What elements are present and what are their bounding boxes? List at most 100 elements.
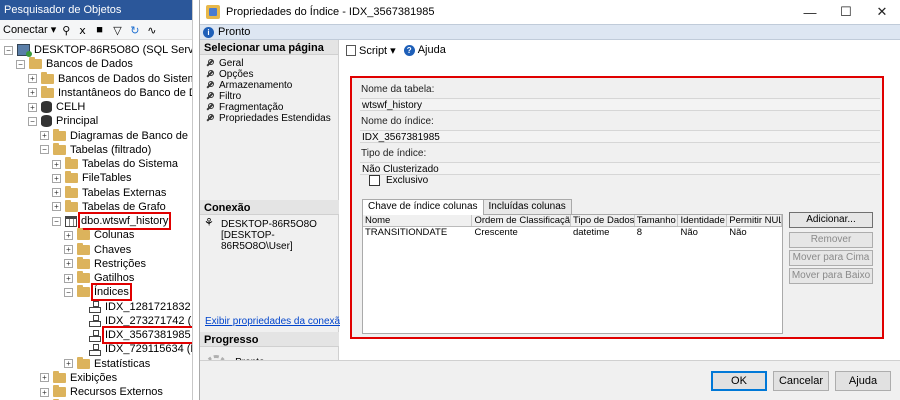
stop-icon[interactable]: ■ <box>96 24 107 36</box>
wrench-icon <box>205 80 214 90</box>
column-tabs: Chave de índice colunas Incluídas coluna… <box>362 199 572 215</box>
tree-node-label: dbo.wtswf_history <box>77 212 172 230</box>
page-item[interactable]: Opções <box>200 69 338 80</box>
page-item-label: Fragmentação <box>219 101 284 113</box>
index-icon <box>89 315 101 328</box>
collapse-icon[interactable]: − <box>16 59 25 69</box>
collapse-icon[interactable]: − <box>28 116 37 126</box>
unique-checkbox-row[interactable]: Exclusivo <box>369 175 428 186</box>
tree-node-label: Restrições <box>94 257 146 270</box>
tree-node-label: IDX_273271742 (Exclusivo) <box>105 314 192 327</box>
index-columns-grid: Nome Ordem de Classificação Tipo de Dado… <box>362 214 783 334</box>
connection-section: Conexão DESKTOP-86R5O8O [DESKTOP-86R5O8O… <box>200 200 339 256</box>
tree-node-label: IDX_1281721832 (Não Clusterizado) <box>105 300 192 313</box>
expand-icon[interactable]: + <box>40 387 49 397</box>
tree-node-label: IDX_3567381985 (Não Clusterizado) <box>101 326 192 344</box>
cell-identity: Não <box>680 227 698 238</box>
minimize-icon[interactable]: — <box>792 0 828 24</box>
tree-node-label: Tabelas de Grafo <box>82 200 166 213</box>
tree-node-label: Tabelas do Sistema <box>82 158 178 170</box>
activity-monitor-icon[interactable]: ∿ <box>147 24 158 37</box>
expand-icon[interactable]: + <box>40 131 49 140</box>
refresh-icon[interactable]: ↻ <box>130 24 141 37</box>
tab-included-columns[interactable]: Incluídas colunas <box>482 199 572 214</box>
unique-checkbox[interactable] <box>369 175 380 186</box>
expand-icon[interactable]: + <box>64 230 73 240</box>
script-button[interactable]: Script ▾ <box>346 44 396 57</box>
col-header-data-type[interactable]: Tipo de Dados <box>571 215 635 226</box>
tree-node-label: Recursos Externos <box>70 386 163 398</box>
filter-icon[interactable]: ▽ <box>113 24 124 37</box>
expand-icon[interactable]: + <box>28 102 37 112</box>
collapse-icon[interactable]: − <box>52 216 61 226</box>
close-icon[interactable]: ✕ <box>864 0 900 24</box>
folder-icon <box>77 228 90 241</box>
col-header-sort-order[interactable]: Ordem de Classificação <box>472 215 571 226</box>
collapse-icon[interactable]: − <box>64 287 73 297</box>
cancel-button[interactable]: Cancelar <box>773 371 829 391</box>
col-header-name[interactable]: Nome <box>363 215 473 226</box>
folder-icon <box>65 171 78 184</box>
move-up-button[interactable]: Mover para Cima <box>789 250 873 266</box>
folder-icon <box>65 199 78 212</box>
page-item-label: Propriedades Estendidas <box>219 112 331 124</box>
collapse-icon[interactable]: − <box>4 45 13 55</box>
expand-icon[interactable]: + <box>64 245 73 254</box>
page-item[interactable]: Fragmentação <box>200 101 338 113</box>
expand-icon[interactable]: + <box>52 202 61 212</box>
tree-node-label: Tabelas Externas <box>82 186 167 199</box>
add-button[interactable]: Adicionar... <box>789 212 873 228</box>
general-page: Script ▾ ? Ajuda Nome da tabela: wtswf_hi… <box>340 40 900 360</box>
col-header-allow-nulls[interactable]: Permitir NULLs <box>727 215 783 226</box>
view-connection-properties-link[interactable]: Exibir propriedades da conexão <box>205 316 346 327</box>
ok-button[interactable]: OK <box>711 371 767 391</box>
table-name-field: wtswf_history <box>360 98 880 111</box>
remove-button[interactable]: Remover <box>789 232 873 248</box>
folder-icon <box>77 256 90 269</box>
folder-icon <box>77 356 90 369</box>
col-header-size[interactable]: Tamanho <box>635 215 679 226</box>
maximize-icon[interactable]: ☐ <box>828 0 864 24</box>
index-type-field[interactable]: Não Clusterizado <box>360 162 880 175</box>
table-row[interactable]: TRANSITIONDATE Crescente datetime 8 Não … <box>363 227 782 239</box>
connection-header: Conexão <box>200 200 339 215</box>
expand-icon[interactable]: + <box>52 188 61 197</box>
index-icon <box>89 343 101 356</box>
page-item[interactable]: Armazenamento <box>200 79 338 91</box>
page-list: Geral Opções Armazenamento Filtro Fragmentaç… <box>200 55 338 124</box>
expand-icon[interactable]: + <box>64 359 73 368</box>
help-button[interactable]: Ajuda <box>835 371 891 391</box>
wrench-icon <box>205 102 214 112</box>
expand-icon[interactable]: + <box>52 173 61 183</box>
connect-plug-icon[interactable]: ⚲ <box>62 24 73 37</box>
database-icon <box>41 115 52 128</box>
page-item[interactable]: Geral <box>200 57 338 69</box>
folder-icon <box>77 242 90 255</box>
collapse-icon[interactable]: − <box>40 145 49 155</box>
disconnect-icon[interactable]: ⅹ <box>79 24 90 37</box>
col-header-identity[interactable]: Identidade <box>678 215 728 226</box>
page-item-label: Geral <box>219 57 244 69</box>
expand-icon[interactable]: + <box>28 88 37 98</box>
page-item-label: Armazenamento <box>219 79 293 91</box>
expand-icon[interactable]: + <box>52 159 61 169</box>
index-name-field[interactable]: IDX_3567381985 <box>360 130 880 143</box>
expand-icon[interactable]: + <box>64 273 73 283</box>
connect-button[interactable]: Conectar ▾ <box>3 23 56 36</box>
tree-node-label: CELH <box>56 101 86 113</box>
page-item[interactable]: Filtro <box>200 91 338 102</box>
help-link[interactable]: ? Ajuda <box>403 44 446 56</box>
wrench-icon <box>205 69 214 79</box>
tree-node-label: Gatilhos <box>94 272 135 284</box>
page-item[interactable]: Propriedades Estendidas <box>200 112 338 124</box>
index-name-label: Nome do índice: <box>361 116 434 127</box>
expand-icon[interactable]: + <box>40 373 49 383</box>
expand-icon[interactable]: + <box>64 259 73 269</box>
tab-key-columns[interactable]: Chave de índice colunas <box>362 199 484 215</box>
expand-icon[interactable]: + <box>28 74 37 83</box>
move-down-button[interactable]: Mover para Baixo <box>789 268 873 284</box>
folder-icon <box>53 370 66 383</box>
dialog-status-text: Pronto <box>218 26 251 38</box>
dialog-button-bar: OK Cancelar Ajuda <box>200 360 900 400</box>
tree-node-label: FileTables <box>82 172 132 185</box>
